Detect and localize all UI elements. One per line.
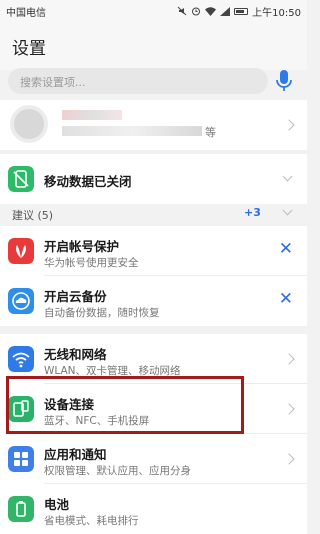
dismiss-icon[interactable]: ✕ <box>279 239 293 259</box>
account-card[interactable]: 等 <box>0 100 307 150</box>
chevron-down-icon[interactable] <box>282 205 293 216</box>
battery-icon <box>234 7 249 15</box>
chevron-right-icon <box>283 403 295 415</box>
chevron-right-icon <box>283 353 295 365</box>
huawei-logo-icon <box>8 238 34 264</box>
suggestion-subtitle: 华为帐号使用更安全 <box>44 257 139 269</box>
avatar <box>10 105 48 143</box>
suggestions-more-count[interactable]: +3 <box>244 206 261 219</box>
highlight-box <box>6 376 244 434</box>
suggestion-account-protection[interactable]: 开启帐号保护 华为帐号使用更安全 ✕ <box>0 226 307 276</box>
chevron-right-icon <box>283 453 295 465</box>
mobile-data-label: 移动数据已关闭 <box>44 174 132 189</box>
settings-item-subtitle: 权限管理、默认应用、应用分身 <box>44 465 191 477</box>
alarm-icon <box>192 7 201 16</box>
mic-icon[interactable] <box>275 69 293 93</box>
status-bar: 中国电信 上午10:50 <box>0 0 307 22</box>
mute-icon <box>177 6 187 16</box>
search-placeholder: 搜索设置项... <box>20 76 86 89</box>
mobile-data-off-icon <box>8 166 34 192</box>
account-name-blurred <box>62 110 122 120</box>
account-suffix: 等 <box>205 126 216 139</box>
dismiss-icon[interactable]: ✕ <box>279 289 293 309</box>
search-input[interactable]: 搜索设置项... <box>8 68 268 94</box>
suggestions-label: 建议 (5) <box>12 209 54 222</box>
suggestion-subtitle: 自动备份数据，随时恢复 <box>44 307 160 319</box>
wifi-icon <box>205 6 217 16</box>
suggestion-cloud-backup[interactable]: 开启云备份 自动备份数据，随时恢复 ✕ <box>0 276 307 326</box>
settings-item-subtitle: 省电模式、耗电排行 <box>44 515 139 527</box>
settings-item-title: 电池 <box>44 497 70 512</box>
signal-icon <box>220 6 231 16</box>
header: 设置 <box>0 22 307 70</box>
cloud-backup-icon <box>8 288 34 314</box>
carrier-label: 中国电信 <box>6 7 46 19</box>
suggestion-title: 开启帐号保护 <box>44 239 120 254</box>
wifi-icon <box>8 346 34 372</box>
chevron-down-icon <box>282 171 293 182</box>
settings-item-battery[interactable]: 电池 省电模式、耗电排行 <box>0 484 307 534</box>
mobile-data-row[interactable]: 移动数据已关闭 <box>0 154 307 204</box>
settings-item-title: 应用和通知 <box>44 447 107 462</box>
suggestion-title: 开启云备份 <box>44 289 107 304</box>
battery-icon <box>8 496 34 522</box>
settings-item-apps-notifications[interactable]: 应用和通知 权限管理、默认应用、应用分身 <box>0 434 307 484</box>
apps-icon <box>8 446 34 472</box>
settings-item-title: 无线和网络 <box>44 347 107 362</box>
status-icons: 上午10:50 <box>177 4 301 19</box>
account-detail-blurred <box>62 126 202 136</box>
page-title: 设置 <box>12 39 46 59</box>
status-time: 上午10:50 <box>252 7 301 19</box>
suggestions-header[interactable]: 建议 (5) +3 <box>0 200 307 226</box>
chevron-right-icon <box>283 119 295 131</box>
